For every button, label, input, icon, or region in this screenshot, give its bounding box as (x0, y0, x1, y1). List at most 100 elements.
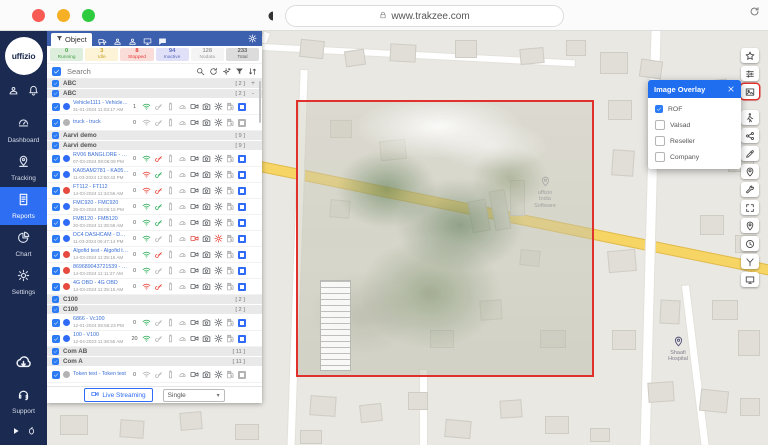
signal-icon[interactable] (140, 317, 152, 329)
window-close-button[interactable] (32, 9, 45, 22)
gauge-icon[interactable] (176, 153, 188, 165)
battery-icon[interactable] (164, 233, 176, 245)
vehicle-name[interactable]: truck - truck (73, 119, 129, 126)
search-icon[interactable] (196, 67, 205, 76)
group-checkbox[interactable] (52, 80, 59, 87)
group-expander[interactable]: - (249, 90, 257, 97)
gauge-icon[interactable] (176, 201, 188, 213)
battery-icon[interactable] (164, 101, 176, 113)
widget-icon[interactable] (238, 187, 246, 195)
vehicle-checkbox[interactable] (52, 283, 60, 291)
sidebar-item-reports[interactable]: Reports (0, 187, 47, 225)
gauge-icon[interactable] (176, 249, 188, 261)
fuel-icon[interactable] (224, 333, 236, 345)
refresh-icon[interactable] (209, 67, 218, 76)
vehicle-name[interactable]: FMC920 - FMC920 (73, 200, 129, 207)
list-scrollbar[interactable] (259, 81, 262, 123)
vehicle-row[interactable]: FMB120 - FMB120 20-03-2024 11:35:58 AM 0 (47, 215, 262, 231)
tab-chat[interactable] (158, 33, 167, 46)
signal-icon[interactable] (140, 281, 152, 293)
toolbar-person-walk-icon[interactable] (741, 110, 759, 125)
signal-icon[interactable] (140, 217, 152, 229)
ignition-key-icon[interactable] (152, 249, 164, 261)
toolbar-screen-icon[interactable] (741, 272, 759, 287)
signal-icon[interactable] (140, 153, 152, 165)
gauge-icon[interactable] (176, 169, 188, 181)
vehicle-name[interactable]: FMB120 - FMB120 (73, 216, 129, 223)
vehicle-settings-icon[interactable] (212, 233, 224, 245)
vehicle-row[interactable]: Token test - Token test 0 (47, 367, 262, 383)
group-row[interactable]: C100 [ 2 ] (47, 295, 262, 305)
vehicle-checkbox[interactable] (52, 267, 60, 275)
sidebar-item-tracking[interactable]: Tracking (0, 149, 47, 187)
gauge-icon[interactable] (176, 385, 188, 387)
status-chip-stopped[interactable]: 8 Stopped (120, 48, 153, 61)
toolbar-star-icon[interactable] (741, 48, 759, 63)
signal-icon[interactable] (140, 201, 152, 213)
fuel-icon[interactable] (224, 317, 236, 329)
vehicle-name[interactable]: 100 - V100 (73, 332, 129, 339)
toolbar-location-pin-icon[interactable] (741, 218, 759, 233)
toolbar-route-icon[interactable] (741, 254, 759, 269)
vehicle-settings-icon[interactable] (212, 185, 224, 197)
camera-icon[interactable] (200, 169, 212, 181)
widget-icon[interactable] (238, 283, 246, 291)
video-icon[interactable] (188, 249, 200, 261)
video-icon[interactable] (188, 281, 200, 293)
vehicle-checkbox[interactable] (52, 187, 60, 195)
signal-icon[interactable] (140, 249, 152, 261)
bell-icon[interactable] (28, 83, 39, 101)
video-icon[interactable] (188, 385, 200, 387)
camera-icon[interactable] (200, 201, 212, 213)
image-overlay-region[interactable] (296, 100, 594, 377)
gauge-icon[interactable] (176, 317, 188, 329)
group-row[interactable]: C100 [ 2 ] (47, 305, 262, 315)
panel-settings-gear-icon[interactable] (248, 34, 257, 43)
group-row[interactable]: ABC [ 2 ] - (47, 89, 262, 99)
battery-icon[interactable] (164, 169, 176, 181)
apple-icon[interactable] (27, 422, 36, 440)
vehicle-checkbox[interactable] (52, 319, 60, 327)
widget-icon[interactable] (238, 103, 246, 111)
ignition-key-icon[interactable] (152, 281, 164, 293)
group-checkbox[interactable] (52, 132, 59, 139)
sidebar-item-support[interactable]: Support (12, 388, 35, 415)
battery-icon[interactable] (164, 317, 176, 329)
battery-icon[interactable] (164, 117, 176, 129)
vehicle-name[interactable]: Vehicle1111 - Vehicle1111 (73, 100, 129, 107)
group-checkbox[interactable] (52, 348, 59, 355)
vehicle-name[interactable]: Token test - Token test (73, 371, 129, 378)
signal-icon[interactable] (140, 265, 152, 277)
google-play-icon[interactable] (12, 422, 20, 440)
battery-icon[interactable] (164, 265, 176, 277)
vehicle-settings-icon[interactable] (212, 317, 224, 329)
browser-appearance-icon[interactable] (267, 9, 279, 27)
ignition-key-icon[interactable] (152, 333, 164, 345)
vehicle-row[interactable]: 869689043721539 - 86968... 14-03-2024 11… (47, 263, 262, 279)
signal-icon[interactable] (140, 233, 152, 245)
vehicle-row[interactable]: Algofid test - Algofid test 14-03-2024 1… (47, 247, 262, 263)
vehicle-name[interactable]: 4G OBD - 4G OBD (73, 280, 129, 287)
vehicle-name[interactable]: RV06 BANGLORE - RV06 B... (73, 152, 129, 159)
fuel-icon[interactable] (224, 101, 236, 113)
vehicle-name[interactable]: DC4 DASHCAM - DC4 DAS... (73, 232, 129, 239)
video-icon[interactable] (188, 265, 200, 277)
toolbar-sliders-icon[interactable] (741, 66, 759, 81)
status-chip-idle[interactable]: 3 Idle (85, 48, 118, 61)
overlay-option-checkbox[interactable] (655, 152, 665, 162)
vehicle-checkbox[interactable] (52, 219, 60, 227)
vehicle-name[interactable]: 869689043721539 - 86968... (73, 264, 129, 271)
gauge-icon[interactable] (176, 117, 188, 129)
tab-display[interactable] (143, 33, 152, 46)
widget-icon[interactable] (238, 371, 246, 379)
ignition-key-icon[interactable] (152, 385, 164, 387)
widget-icon[interactable] (238, 119, 246, 127)
camera-icon[interactable] (200, 101, 212, 113)
sort-icon[interactable] (248, 67, 257, 76)
vehicle-settings-icon[interactable] (212, 281, 224, 293)
address-bar[interactable]: www.trakzee.com (285, 5, 564, 27)
tab-passenger[interactable] (128, 33, 137, 46)
group-row[interactable]: Aarvi demo [ 9 ] (47, 141, 262, 151)
fuel-icon[interactable] (224, 281, 236, 293)
sidebar-item-settings[interactable]: Settings (0, 263, 47, 301)
